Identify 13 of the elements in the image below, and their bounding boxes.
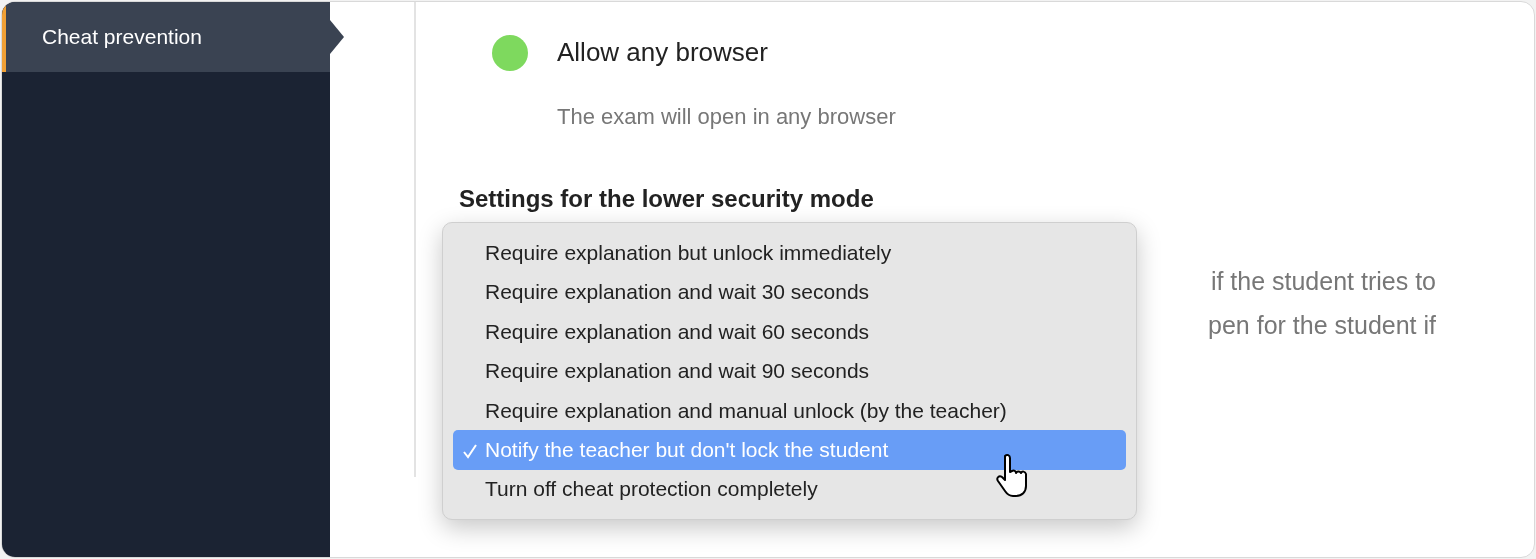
menu-item[interactable]: Turn off cheat protection completely <box>453 469 1126 509</box>
menu-item[interactable]: Require explanation and wait 90 seconds <box>453 351 1126 391</box>
section-text: pen for the student if <box>1208 310 1436 341</box>
section-heading: Settings for the lower security mode <box>459 185 875 213</box>
pointer-icon <box>330 20 344 54</box>
option-description: The exam will open in any browser <box>556 103 897 131</box>
menu-item[interactable]: Require explanation but unlock immediately <box>453 233 1126 273</box>
menu-item[interactable]: Require explanation and manual unlock (by the teacher) <box>453 390 1126 431</box>
check-icon <box>462 443 478 460</box>
menu-item[interactable]: Require explanation and wait 60 seconds <box>453 311 1126 352</box>
section-text: if the student tries to <box>1210 266 1436 297</box>
option-title: Allow any browser <box>557 36 768 69</box>
menu-item[interactable]: Require explanation and wait 30 seconds <box>453 272 1126 312</box>
